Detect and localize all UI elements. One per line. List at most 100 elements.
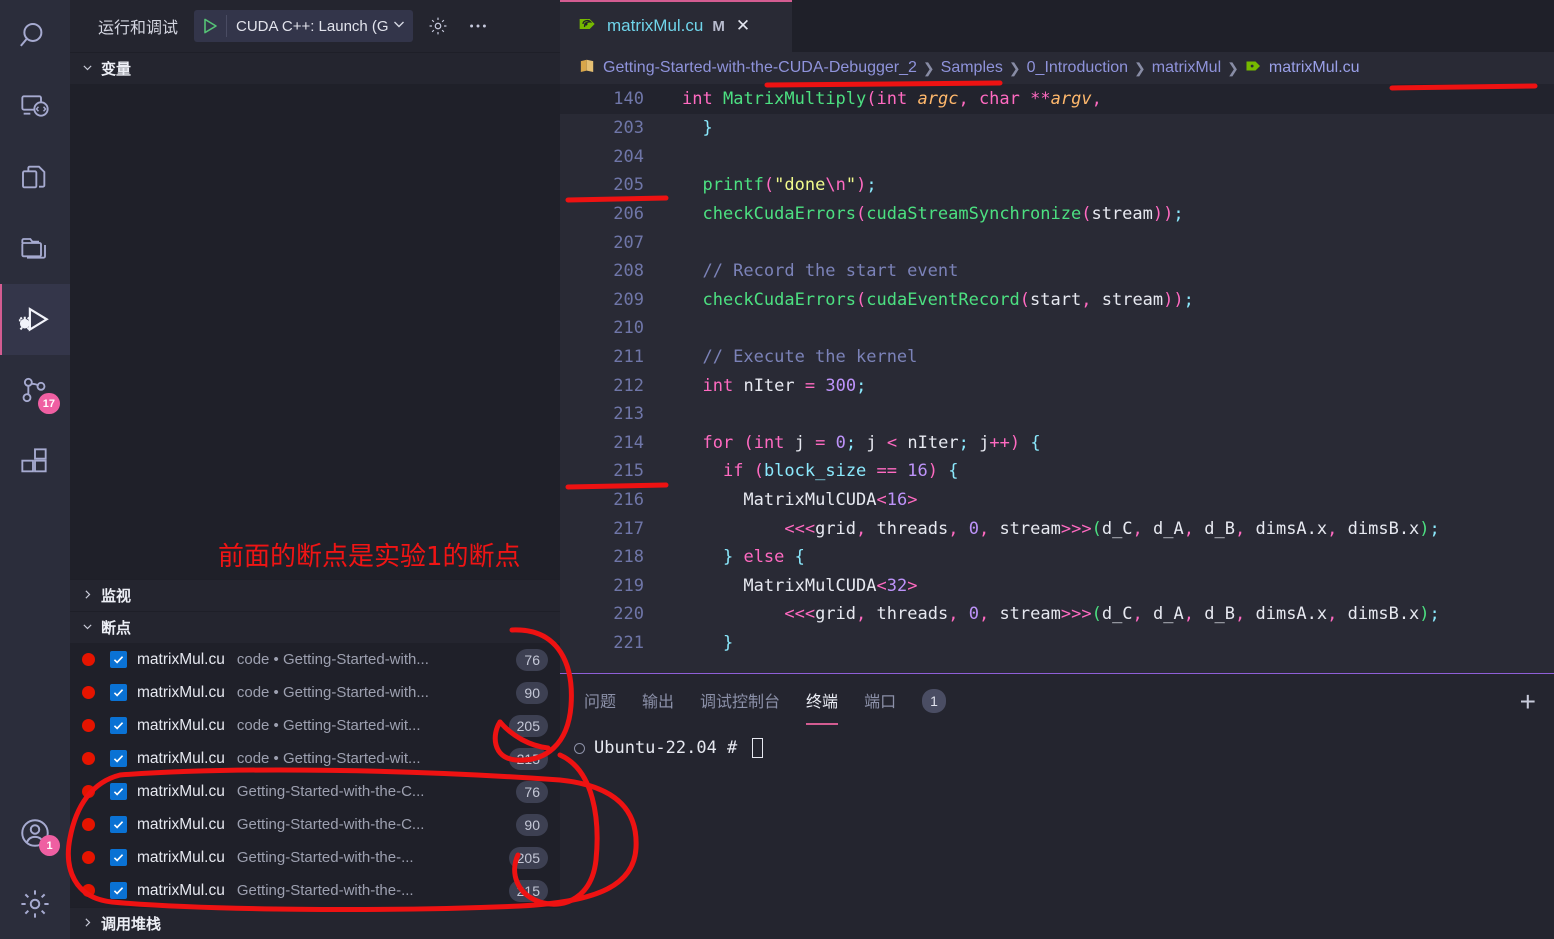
open-launch-json-button[interactable]: [423, 11, 453, 41]
activity-item-remote-explorer[interactable]: [0, 71, 70, 142]
breakpoint-checkbox[interactable]: [110, 684, 127, 701]
activity-item-explorer[interactable]: [0, 213, 70, 284]
close-icon[interactable]: ✕: [736, 16, 750, 36]
breakpoint-row[interactable]: matrixMul.cu code • Getting-Started-wit.…: [70, 709, 560, 742]
chevron-down-icon[interactable]: [391, 16, 413, 37]
code-line[interactable]: 204: [560, 143, 1554, 172]
breakpoint-dot-icon: [82, 653, 95, 666]
chevron-down-icon: [80, 61, 94, 77]
code-line[interactable]: 214 for (int j = 0; j < nIter; j++) {: [560, 429, 1554, 458]
breadcrumb-separator: ❯: [1134, 59, 1146, 76]
code-line[interactable]: 209 checkCudaErrors(cudaEventRecord(star…: [560, 286, 1554, 315]
code-line[interactable]: 212 int nIter = 300;: [560, 371, 1554, 400]
breadcrumb-item-3[interactable]: matrixMul: [1152, 59, 1221, 77]
code-line[interactable]: 207: [560, 228, 1554, 257]
code-line[interactable]: 205 printf("done\n");: [560, 171, 1554, 200]
code-line[interactable]: 210: [560, 314, 1554, 343]
section-header-variables[interactable]: 变量: [70, 52, 560, 84]
line-number: 213: [613, 404, 644, 425]
panel-tab-debug-console[interactable]: 调试控制台: [700, 688, 780, 715]
breakpoint-row[interactable]: matrixMul.cu Getting-Started-with-the-..…: [70, 841, 560, 874]
terminal-body[interactable]: Ubuntu-22.04 #: [560, 728, 1554, 758]
code-line[interactable]: 219 MatrixMulCUDA<32>: [560, 572, 1554, 601]
activity-item-run-and-debug[interactable]: [0, 284, 70, 355]
copy-files-icon: [19, 162, 51, 194]
breakpoint-dot-icon: [82, 785, 95, 798]
activity-item-extensions[interactable]: [0, 426, 70, 497]
editor-tab-matrixmul[interactable]: matrixMul.cu M ✕: [560, 0, 792, 52]
activity-item-manage[interactable]: [0, 868, 70, 939]
activity-item-search[interactable]: [0, 0, 70, 71]
line-number: 209: [613, 289, 644, 310]
breadcrumb-item-4[interactable]: matrixMul.cu: [1269, 59, 1360, 77]
activity-item-copy-files[interactable]: [0, 142, 70, 213]
breakpoint-checkbox[interactable]: [110, 849, 127, 866]
editor-tab-bar: matrixMul.cu M ✕: [560, 0, 1554, 52]
start-debugging-icon[interactable]: [194, 10, 226, 42]
breakpoint-file: matrixMul.cu: [137, 881, 225, 899]
breakpoint-file: matrixMul.cu: [137, 716, 225, 734]
activity-bar: 17 1: [0, 0, 70, 939]
panel-tab-bar: 问题 输出 调试控制台 终端 端口 1 +: [560, 674, 1554, 728]
panel-tab-terminal[interactable]: 终端: [806, 688, 839, 725]
sticky-scroll-line[interactable]: 140 int MatrixMultiply(int argc, char **…: [560, 84, 1554, 114]
breakpoint-line-number: 215: [508, 747, 548, 770]
breadcrumb-item-0[interactable]: Getting-Started-with-the-CUDA-Debugger_2: [603, 59, 917, 77]
code-line[interactable]: 218 } else {: [560, 543, 1554, 572]
code-text: MatrixMulCUDA<32>: [743, 575, 918, 596]
variables-tree[interactable]: 前面的断点是实验1的断点: [70, 84, 560, 579]
code-line[interactable]: 221 }: [560, 629, 1554, 658]
code-line[interactable]: 215 if (block_size == 16) {: [560, 457, 1554, 486]
more-actions-button[interactable]: [463, 11, 493, 41]
launch-config-selector[interactable]: CUDA C++: Launch (G: [194, 10, 413, 42]
code-text: for (int j = 0; j < nIter; j++) {: [702, 432, 1041, 453]
breakpoint-row[interactable]: matrixMul.cu code • Getting-Started-with…: [70, 676, 560, 709]
code-line[interactable]: 217 <<<grid, threads, 0, stream>>>(d_C, …: [560, 514, 1554, 543]
new-terminal-button[interactable]: +: [1520, 688, 1536, 716]
terminal-prompt: Ubuntu-22.04 #: [594, 738, 738, 758]
breakpoint-row[interactable]: matrixMul.cu code • Getting-Started-with…: [70, 643, 560, 676]
panel-tab-problems[interactable]: 问题: [584, 688, 616, 715]
remote-explorer-icon: [19, 91, 51, 123]
sticky-code-text: int MatrixMultiply(int argc, char **argv…: [682, 89, 1102, 109]
breakpoint-path: code • Getting-Started-with...: [236, 651, 429, 668]
breakpoint-checkbox[interactable]: [110, 750, 127, 767]
code-text: }: [722, 632, 734, 653]
vscode-window: 17 1 运行和调试 CUDA C++: Launch (G 变量 前面的断点是…: [0, 0, 1554, 939]
sidebar-title-bar: 运行和调试 CUDA C++: Launch (G: [70, 0, 560, 52]
activity-item-accounts[interactable]: 1: [0, 797, 70, 868]
panel-tab-ports[interactable]: 端口: [864, 688, 896, 715]
code-line[interactable]: 216 MatrixMulCUDA<16>: [560, 486, 1554, 515]
source-control-badge: 17: [37, 393, 60, 414]
breakpoint-row[interactable]: matrixMul.cu code • Getting-Started-wit.…: [70, 742, 560, 775]
extensions-icon: [19, 446, 51, 478]
search-icon: [18, 19, 52, 53]
breakpoint-checkbox[interactable]: [110, 816, 127, 833]
section-header-watch[interactable]: 监视: [70, 579, 560, 611]
breakpoint-path: Getting-Started-with-the-C...: [236, 783, 425, 800]
breakpoint-row[interactable]: matrixMul.cu Getting-Started-with-the-C.…: [70, 808, 560, 841]
panel-tab-output[interactable]: 输出: [642, 688, 674, 715]
breakpoint-checkbox[interactable]: [110, 717, 127, 734]
breakpoint-line-number: 76: [516, 648, 548, 671]
code-text: int nIter = 300;: [702, 375, 867, 396]
code-line[interactable]: 203 }: [560, 114, 1554, 143]
breadcrumb-item-1[interactable]: Samples: [941, 59, 1003, 77]
activity-item-source-control[interactable]: 17: [0, 355, 70, 426]
breakpoint-checkbox[interactable]: [110, 882, 127, 899]
code-editor[interactable]: 203 } 204 205 printf("done\n"); 206 chec…: [560, 114, 1554, 657]
breakpoint-row[interactable]: matrixMul.cu Getting-Started-with-the-..…: [70, 874, 560, 907]
breakpoint-checkbox[interactable]: [110, 783, 127, 800]
breakpoint-checkbox[interactable]: [110, 651, 127, 668]
code-line[interactable]: 213: [560, 400, 1554, 429]
code-line[interactable]: 220 <<<grid, threads, 0, stream>>>(d_C, …: [560, 600, 1554, 629]
code-line[interactable]: 208 // Record the start event: [560, 257, 1554, 286]
breadcrumb-item-2[interactable]: 0_Introduction: [1027, 59, 1128, 77]
handwritten-annotation-text: 前面的断点是实验1的断点: [218, 542, 521, 572]
code-line[interactable]: 206 checkCudaErrors(cudaStreamSynchroniz…: [560, 200, 1554, 229]
section-header-breakpoints[interactable]: 断点: [70, 611, 560, 643]
breakpoint-row[interactable]: matrixMul.cu Getting-Started-with-the-C.…: [70, 775, 560, 808]
code-line[interactable]: 211 // Execute the kernel: [560, 343, 1554, 372]
breakpoint-line-number: 205: [508, 714, 548, 737]
section-header-call-stack[interactable]: 调用堆栈: [70, 907, 560, 939]
